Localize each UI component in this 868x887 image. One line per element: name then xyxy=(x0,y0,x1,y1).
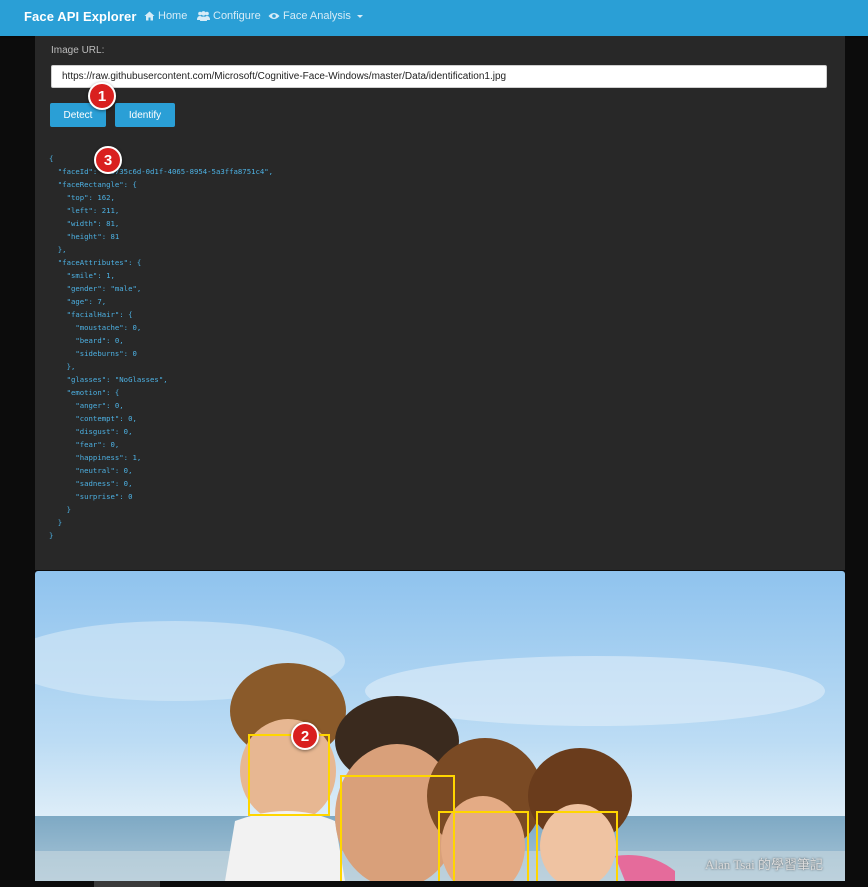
image-url-input[interactable] xyxy=(51,65,827,88)
annotation-badge-2: 2 xyxy=(291,722,319,750)
nav-configure[interactable]: Configure xyxy=(197,10,261,22)
detect-panel: Image URL: Detect Identify { "faceId": "… xyxy=(35,36,845,570)
horizontal-scrollbar-thumb[interactable] xyxy=(94,881,160,887)
top-navbar: Face API Explorer Home Configure Face An… xyxy=(0,0,868,36)
chevron-down-icon xyxy=(356,14,363,18)
nav-home[interactable]: Home xyxy=(144,10,187,22)
app-brand[interactable]: Face API Explorer xyxy=(24,9,137,24)
annotation-badge-1: 1 xyxy=(88,82,116,110)
nav-home-label: Home xyxy=(158,10,188,22)
face-rectangle-1[interactable] xyxy=(248,734,330,816)
face-rectangle-4[interactable] xyxy=(536,811,618,881)
detection-result-json: { "faceId": "a6735c6d-0d1f-4065-8954-5a3… xyxy=(49,154,274,540)
nav-face-analysis-label: Face Analysis xyxy=(283,10,351,22)
home-icon xyxy=(144,11,155,21)
annotation-badge-3: 3 xyxy=(94,146,122,174)
face-rectangle-3[interactable] xyxy=(438,811,529,881)
users-icon xyxy=(197,11,210,21)
eye-icon xyxy=(268,13,280,19)
nav-configure-label: Configure xyxy=(213,10,261,22)
watermark: Alan Tsai 的學習筆記 xyxy=(704,857,823,872)
nav-face-analysis-dropdown[interactable]: Face Analysis xyxy=(268,10,363,22)
image-url-label: Image URL: xyxy=(51,45,105,56)
identify-button[interactable]: Identify xyxy=(115,103,175,127)
analyzed-photo: Alan Tsai 的學習筆記 xyxy=(35,571,845,881)
